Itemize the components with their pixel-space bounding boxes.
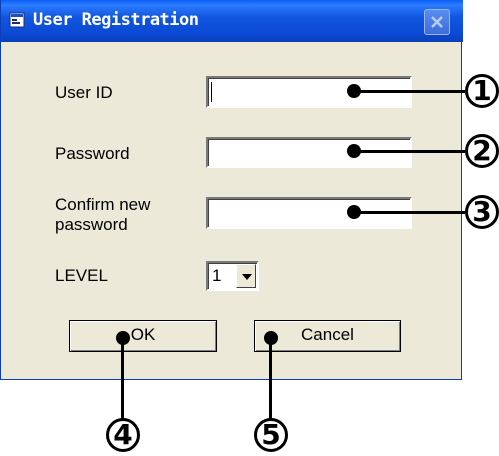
app-icon [9, 12, 25, 28]
callout-marker-ok: 4 [106, 418, 140, 452]
password-label: Password [55, 144, 130, 163]
confirm-password-label-line2: password [55, 215, 128, 234]
ok-button[interactable]: OK [69, 320, 217, 352]
callout-line-cancel [269, 338, 272, 420]
close-button[interactable] [424, 9, 450, 35]
level-selected-value: 1 [212, 266, 222, 285]
confirm-password-label-line1: Confirm new [55, 195, 151, 214]
callout-line-ok [121, 338, 124, 420]
ok-button-label: OK [130, 325, 156, 344]
level-select[interactable]: 1 [206, 261, 259, 291]
text-caret [211, 82, 212, 102]
callout-line-user-id [354, 90, 465, 93]
user-id-label: User ID [55, 83, 113, 102]
window-title: User Registration [33, 10, 199, 30]
title-bar[interactable]: User Registration [1, 0, 463, 42]
callout-marker-cancel: 5 [254, 418, 288, 452]
level-label: LEVEL [55, 266, 108, 285]
callout-line-confirm [354, 211, 465, 214]
close-icon [431, 16, 443, 28]
callout-marker-confirm: 3 [465, 195, 499, 229]
callout-marker-password: 2 [465, 134, 499, 168]
user-registration-dialog: User Registration User ID Password Confi… [0, 0, 463, 380]
dropdown-arrow-icon[interactable] [236, 264, 256, 288]
callout-line-password [354, 150, 465, 153]
cancel-button-label: Cancel [301, 325, 354, 344]
callout-marker-user-id: 1 [465, 74, 499, 108]
